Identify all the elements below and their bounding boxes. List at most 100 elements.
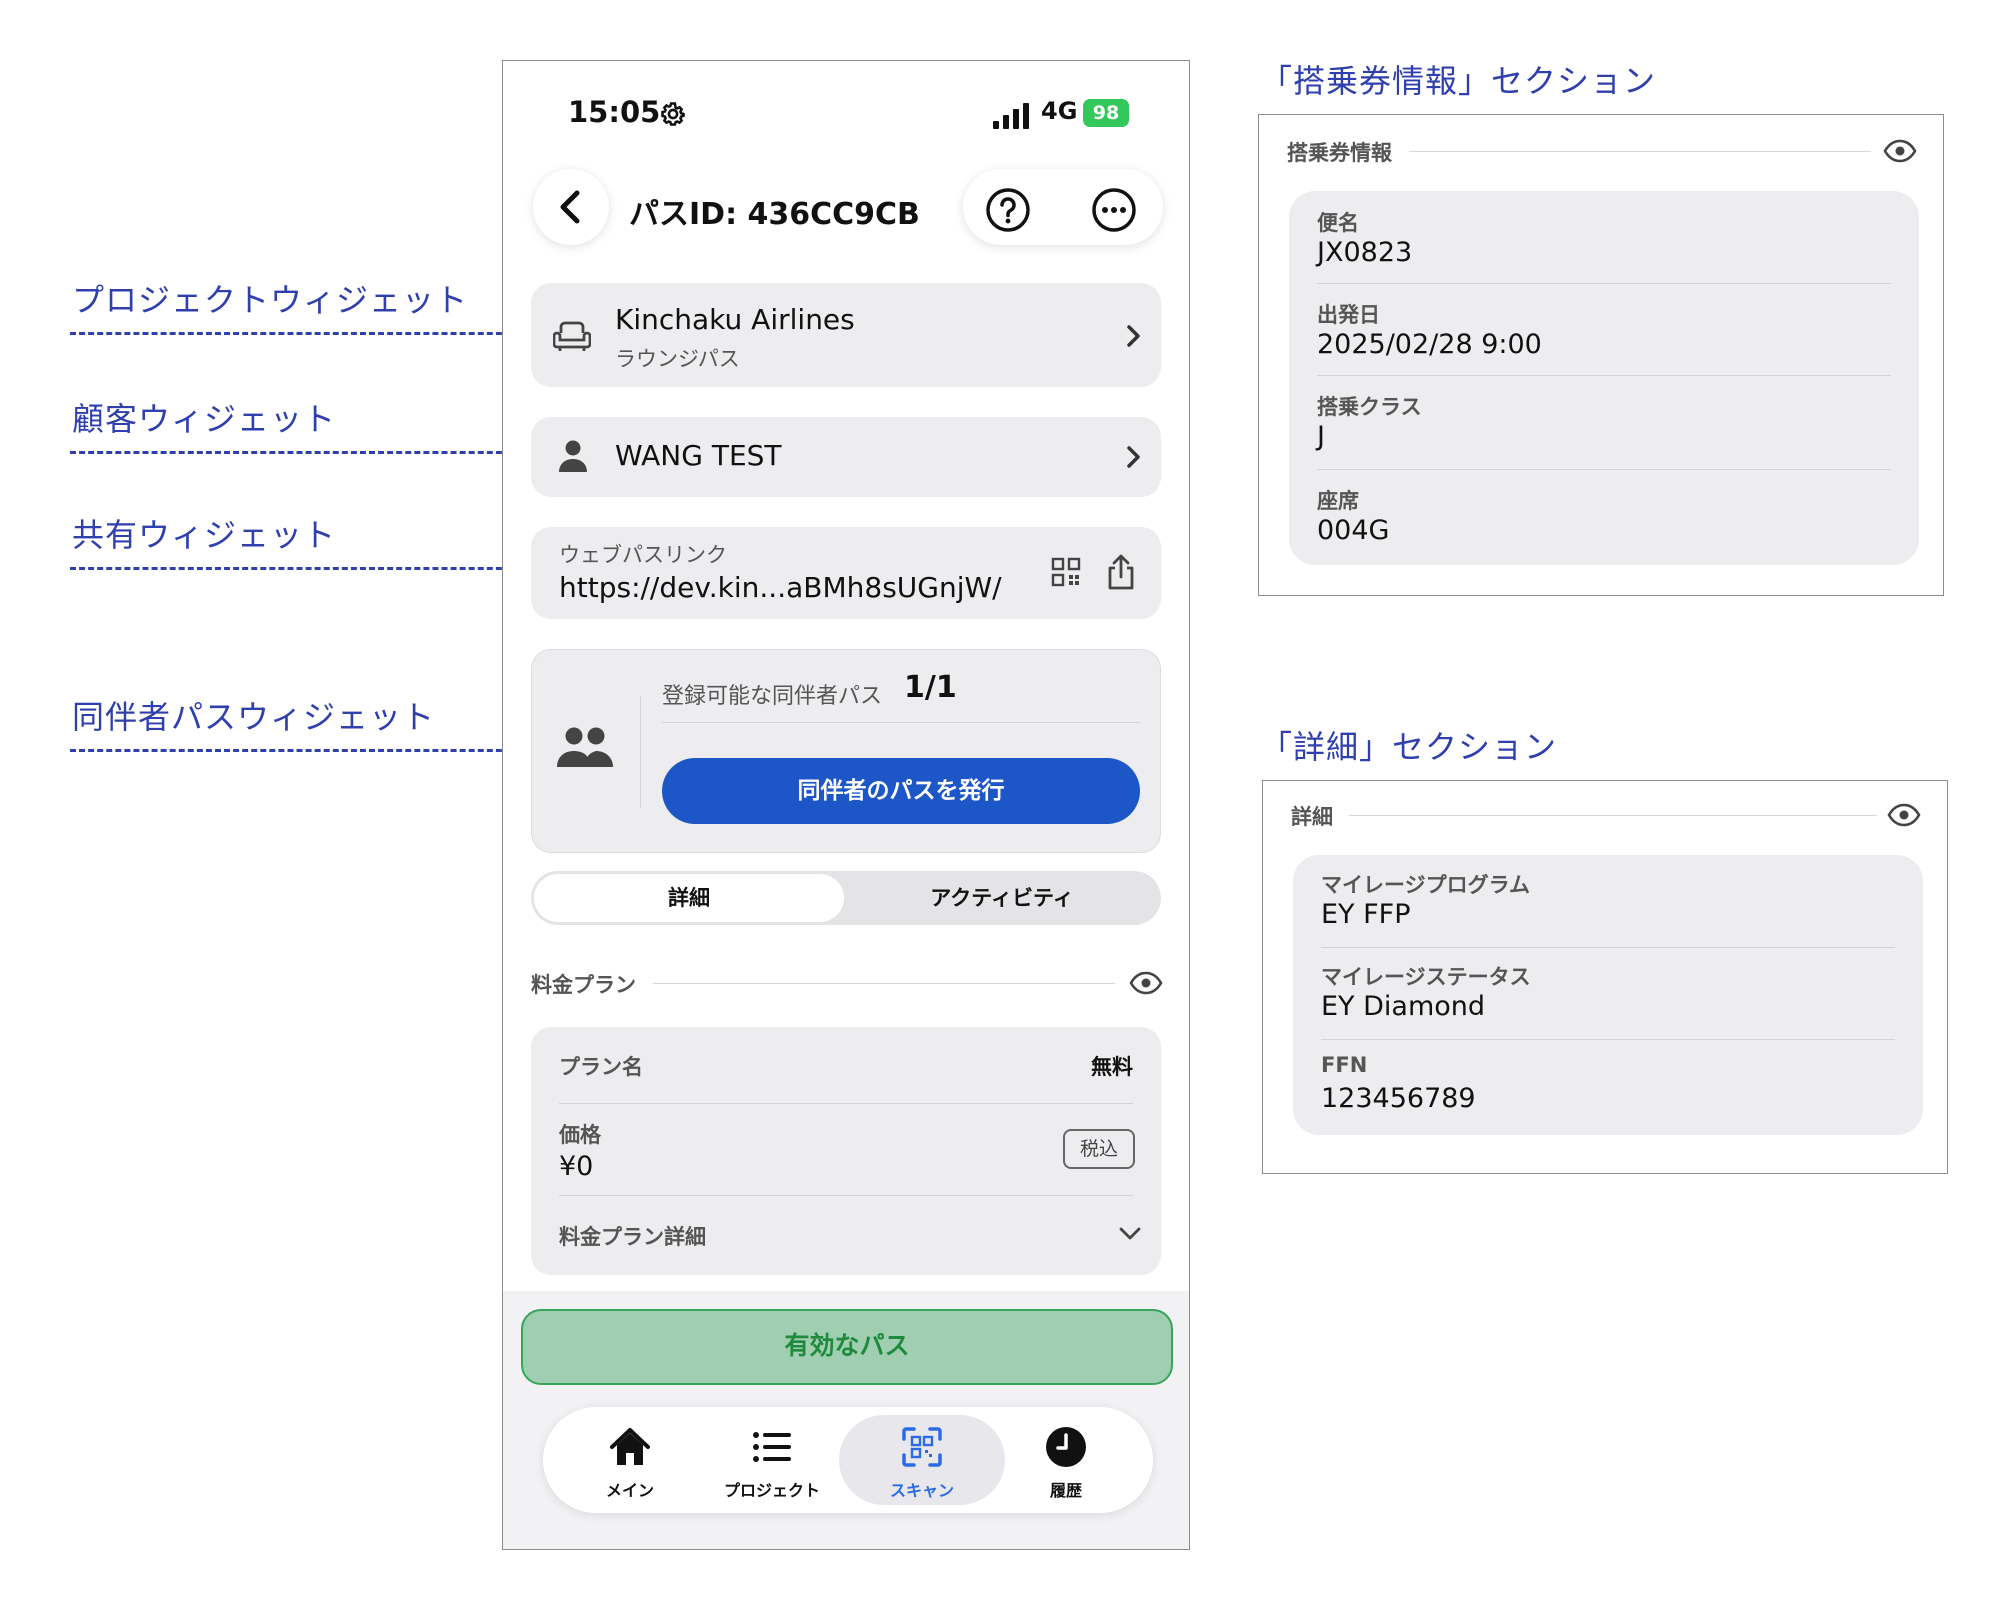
nav-actions — [963, 169, 1163, 245]
project-name: Kinchaku Airlines — [615, 303, 855, 336]
tab-scan-label: スキャン — [889, 1481, 954, 1500]
boarding-panel-heading: 「搭乗券情報」セクション — [1260, 62, 1657, 100]
details-row-value: 123456789 — [1321, 1083, 1476, 1114]
boarding-row-value: 004G — [1317, 515, 1390, 546]
companion-label: 登録可能な同伴者パス — [662, 684, 883, 709]
annotation-customer-widget: 顧客ウィジェット — [72, 400, 337, 438]
companion-widget: 登録可能な同伴者パス 1/1 同伴者のパスを発行 — [531, 649, 1161, 853]
tab-projects[interactable]: プロジェクト — [697, 1407, 847, 1513]
eye-icon[interactable] — [1883, 139, 1917, 163]
annotation-share-widget: 共有ウィジェット — [72, 516, 337, 554]
page-title: パスID: 436CC9CB — [629, 197, 920, 232]
tab-details[interactable]: 詳細 — [534, 874, 844, 922]
issue-companion-pass-button[interactable]: 同伴者のパスを発行 — [662, 758, 1140, 824]
annotation-project-line — [70, 332, 520, 335]
details-panel: 詳細 マイレージプログラム EY FFP マイレージステータス EY Diamo… — [1262, 780, 1948, 1174]
details-panel-heading: 「詳細」セクション — [1260, 728, 1558, 766]
tab-projects-label: プロジェクト — [723, 1481, 820, 1500]
details-row-label: FFN — [1321, 1053, 1368, 1077]
network-type: 4G — [1041, 97, 1078, 125]
boarding-row-label: 搭乗クラス — [1317, 395, 1422, 419]
details-card: マイレージプログラム EY FFP マイレージステータス EY Diamond … — [1293, 855, 1923, 1135]
person-icon — [559, 440, 587, 472]
tab-main[interactable]: メイン — [555, 1407, 705, 1513]
share-icon[interactable] — [1105, 553, 1137, 591]
boarding-row-rule — [1317, 375, 1891, 376]
plan-details-label[interactable]: 料金プラン詳細 — [559, 1221, 706, 1251]
boarding-row-value: JX0823 — [1317, 237, 1413, 268]
customer-widget[interactable]: WANG TEST — [531, 417, 1161, 497]
details-section-rule — [1349, 815, 1877, 816]
qr-code-icon[interactable] — [1051, 557, 1081, 587]
customer-name: WANG TEST — [615, 439, 782, 472]
plan-name-label: プラン名 — [559, 1055, 643, 1079]
qr-scan-icon — [902, 1427, 942, 1467]
details-row-label: マイレージプログラム — [1321, 873, 1530, 897]
details-row-rule — [1321, 947, 1895, 948]
price-label: 価格 — [559, 1123, 601, 1147]
boarding-row-rule — [1317, 283, 1891, 284]
plan-card: プラン名 無料 価格 ¥0 税込 料金プラン詳細 — [531, 1027, 1161, 1275]
chevron-right-icon — [1127, 446, 1140, 468]
eye-icon[interactable] — [1887, 803, 1921, 827]
valid-pass-button[interactable]: 有効なパス — [521, 1309, 1173, 1385]
tab-history-label: 履歴 — [1049, 1481, 1082, 1500]
companion-count: 1/1 — [904, 670, 957, 705]
more-icon[interactable] — [1091, 187, 1137, 233]
details-row-rule — [1321, 1039, 1895, 1040]
help-icon[interactable] — [985, 187, 1031, 233]
details-row-label: マイレージステータス — [1321, 965, 1531, 989]
plan-section-title: 料金プラン — [531, 973, 636, 997]
boarding-card: 便名 JX0823 出発日 2025/02/28 9:00 搭乗クラス J 座席… — [1289, 191, 1919, 565]
back-button[interactable] — [533, 169, 609, 245]
chevron-right-icon — [1127, 325, 1140, 347]
battery-indicator: 98 — [1083, 99, 1129, 127]
companion-divider — [640, 696, 641, 808]
share-widget: ウェブパスリンク https://dev.kin...aBMh8sUGnjW/ — [531, 527, 1161, 619]
phone-screen: 15:05 4G 98 パスID: 436CC9CB Kinchaku Airl… — [502, 60, 1190, 1550]
project-type: ラウンジパス — [615, 347, 740, 371]
chevron-down-icon[interactable] — [1117, 1223, 1143, 1243]
details-row-value: EY FFP — [1321, 899, 1411, 930]
eye-icon[interactable] — [1129, 971, 1163, 995]
plan-rule-1 — [559, 1103, 1133, 1104]
companion-rule — [662, 722, 1140, 723]
boarding-row-value: J — [1317, 421, 1325, 452]
boarding-panel: 搭乗券情報 便名 JX0823 出発日 2025/02/28 9:00 搭乗クラ… — [1258, 114, 1944, 596]
price-value: ¥0 — [559, 1151, 594, 1182]
tab-main-label: メイン — [605, 1481, 654, 1500]
annotation-companion-line — [70, 749, 520, 752]
tab-history[interactable]: 履歴 — [991, 1407, 1141, 1513]
tab-activity[interactable]: アクティビティ — [846, 874, 1158, 922]
tab-scan[interactable]: スキャン — [847, 1407, 997, 1513]
signal-icon — [993, 103, 1029, 129]
details-section-title: 詳細 — [1291, 805, 1333, 829]
share-url[interactable]: https://dev.kin...aBMh8sUGnjW/ — [559, 571, 1002, 604]
plan-section-rule — [653, 983, 1115, 984]
boarding-row-label: 座席 — [1317, 489, 1359, 513]
annotation-companion-widget: 同伴者パスウィジェット — [72, 698, 436, 736]
plan-name-value: 無料 — [1091, 1055, 1133, 1079]
sofa-icon — [553, 321, 591, 351]
chevron-left-icon — [560, 190, 580, 224]
clock-icon — [1046, 1427, 1086, 1467]
boarding-row-label: 出発日 — [1317, 303, 1380, 327]
status-bar: 15:05 4G 98 — [503, 91, 1189, 141]
annotation-customer-line — [70, 451, 520, 454]
tab-switcher: 詳細 アクティビティ — [531, 871, 1161, 925]
boarding-section-rule — [1409, 151, 1871, 152]
annotation-project-widget: プロジェクトウィジェット — [72, 281, 469, 319]
annotation-share-line — [70, 567, 520, 570]
home-icon — [610, 1428, 650, 1465]
list-icon — [753, 1432, 791, 1462]
plan-rule-2 — [559, 1195, 1133, 1196]
project-widget[interactable]: Kinchaku Airlines ラウンジパス — [531, 283, 1161, 387]
boarding-section-title: 搭乗券情報 — [1287, 141, 1392, 165]
status-time: 15:05 — [568, 95, 661, 129]
boarding-row-label: 便名 — [1317, 211, 1359, 235]
tax-included-badge: 税込 — [1063, 1129, 1135, 1169]
boarding-row-value: 2025/02/28 9:00 — [1317, 329, 1542, 360]
tab-bar: メイン プロジェクト スキャン 履歴 — [543, 1407, 1153, 1513]
people-icon — [557, 727, 613, 767]
share-label: ウェブパスリンク — [559, 543, 727, 567]
